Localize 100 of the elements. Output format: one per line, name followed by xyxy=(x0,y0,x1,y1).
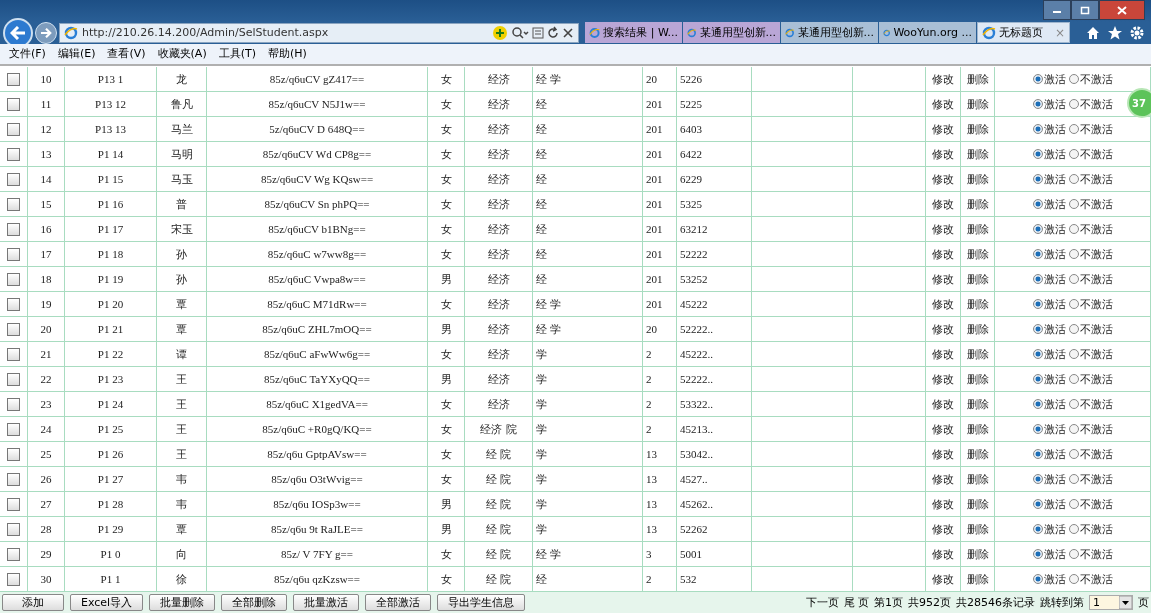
browser-tab[interactable]: 某通用型创新... xyxy=(781,22,878,44)
row-checkbox[interactable] xyxy=(7,97,20,111)
close-button[interactable] xyxy=(1099,0,1145,20)
radio-button[interactable] xyxy=(1068,249,1079,260)
delete-link[interactable]: 删除 xyxy=(966,296,989,312)
menu-item[interactable]: 收藏夹(A) xyxy=(152,46,214,62)
delete-link[interactable]: 删除 xyxy=(966,446,989,462)
edit-link[interactable]: 修改 xyxy=(932,196,954,212)
radio-button[interactable] xyxy=(1068,524,1079,535)
row-checkbox[interactable] xyxy=(7,372,20,386)
edit-link[interactable]: 修改 xyxy=(932,571,954,587)
radio-button[interactable] xyxy=(1032,124,1043,135)
delete-link[interactable]: 删除 xyxy=(966,71,989,87)
row-checkbox[interactable] xyxy=(7,72,20,86)
delete-link[interactable]: 删除 xyxy=(966,371,989,387)
action-button[interactable]: 批量激活 xyxy=(293,594,360,612)
delete-link[interactable]: 删除 xyxy=(966,271,989,287)
delete-link[interactable]: 删除 xyxy=(966,496,989,512)
radio-button[interactable] xyxy=(1032,374,1043,385)
edit-link[interactable]: 修改 xyxy=(932,321,954,337)
radio-button[interactable] xyxy=(1032,424,1043,435)
edit-link[interactable]: 修改 xyxy=(932,246,954,262)
edit-link[interactable]: 修改 xyxy=(932,371,954,387)
radio-button[interactable] xyxy=(1032,199,1043,210)
row-checkbox[interactable] xyxy=(7,397,20,411)
radio-button[interactable] xyxy=(1032,399,1043,410)
radio-button[interactable] xyxy=(1068,74,1079,85)
row-checkbox[interactable] xyxy=(7,547,20,561)
browser-tab[interactable]: WooYun.org ... xyxy=(879,22,976,44)
row-checkbox[interactable] xyxy=(7,472,20,486)
delete-link[interactable]: 删除 xyxy=(966,221,989,237)
edit-link[interactable]: 修改 xyxy=(932,71,954,87)
radio-button[interactable] xyxy=(1068,149,1079,160)
browser-tab[interactable]: 搜索结果 | W... xyxy=(585,22,682,44)
radio-button[interactable] xyxy=(1068,449,1079,460)
radio-button[interactable] xyxy=(1032,449,1043,460)
action-button[interactable]: 导出学生信息 xyxy=(437,594,526,612)
radio-button[interactable] xyxy=(1068,299,1079,310)
radio-button[interactable] xyxy=(1032,524,1043,535)
radio-button[interactable] xyxy=(1032,274,1043,285)
edit-link[interactable]: 修改 xyxy=(932,446,954,462)
menu-item[interactable]: 工具(T) xyxy=(213,46,263,62)
action-button[interactable]: 全部删除 xyxy=(221,594,288,612)
delete-link[interactable]: 删除 xyxy=(966,471,989,487)
radio-button[interactable] xyxy=(1068,174,1079,185)
radio-button[interactable] xyxy=(1032,249,1043,260)
edit-link[interactable]: 修改 xyxy=(932,521,954,537)
minimize-button[interactable] xyxy=(1043,0,1071,20)
delete-link[interactable]: 删除 xyxy=(966,396,989,412)
radio-button[interactable] xyxy=(1068,99,1079,110)
menu-item[interactable]: 帮助(H) xyxy=(263,46,314,62)
edit-link[interactable]: 修改 xyxy=(932,296,954,312)
delete-link[interactable]: 删除 xyxy=(966,246,989,262)
edit-link[interactable]: 修改 xyxy=(932,396,954,412)
delete-link[interactable]: 删除 xyxy=(966,171,989,187)
maximize-button[interactable] xyxy=(1071,0,1099,20)
edit-link[interactable]: 修改 xyxy=(932,346,954,362)
edit-link[interactable]: 修改 xyxy=(932,221,954,237)
settings-icon[interactable] xyxy=(1129,24,1145,41)
delete-link[interactable]: 删除 xyxy=(966,421,989,437)
edit-link[interactable]: 修改 xyxy=(932,496,954,512)
menu-item[interactable]: 编辑(E) xyxy=(52,46,103,62)
row-checkbox[interactable] xyxy=(7,147,20,161)
row-checkbox[interactable] xyxy=(7,247,20,261)
edit-link[interactable]: 修改 xyxy=(932,171,954,187)
edit-link[interactable]: 修改 xyxy=(932,546,954,562)
edit-link[interactable]: 修改 xyxy=(932,421,954,437)
refresh-icon[interactable] xyxy=(547,25,559,40)
browser-tab[interactable]: 无标题页 × xyxy=(977,22,1070,44)
row-checkbox[interactable] xyxy=(7,222,20,236)
row-checkbox[interactable] xyxy=(7,122,20,136)
radio-button[interactable] xyxy=(1068,574,1079,585)
edit-link[interactable]: 修改 xyxy=(932,271,954,287)
action-button[interactable]: 全部激活 xyxy=(365,594,432,612)
addon-icon[interactable] xyxy=(492,24,508,41)
row-checkbox[interactable] xyxy=(7,347,20,361)
radio-button[interactable] xyxy=(1068,324,1079,335)
radio-button[interactable] xyxy=(1068,399,1079,410)
radio-button[interactable] xyxy=(1068,499,1079,510)
forward-button[interactable] xyxy=(35,21,57,44)
radio-button[interactable] xyxy=(1068,199,1079,210)
radio-button[interactable] xyxy=(1068,274,1079,285)
radio-button[interactable] xyxy=(1032,574,1043,585)
menu-item[interactable]: 查看(V) xyxy=(102,46,153,62)
radio-button[interactable] xyxy=(1068,124,1079,135)
browser-tab[interactable]: 某通用型创新... xyxy=(683,22,780,44)
row-checkbox[interactable] xyxy=(7,322,20,336)
radio-button[interactable] xyxy=(1068,349,1079,360)
row-checkbox[interactable] xyxy=(7,422,20,436)
delete-link[interactable]: 删除 xyxy=(966,521,989,537)
radio-button[interactable] xyxy=(1032,499,1043,510)
delete-link[interactable]: 删除 xyxy=(966,346,989,362)
next-page-link[interactable]: 下一页 xyxy=(805,595,839,611)
delete-link[interactable]: 删除 xyxy=(966,546,989,562)
radio-button[interactable] xyxy=(1068,474,1079,485)
action-button[interactable]: 添加 xyxy=(2,594,64,612)
radio-button[interactable] xyxy=(1032,474,1043,485)
row-checkbox[interactable] xyxy=(7,497,20,511)
delete-link[interactable]: 删除 xyxy=(966,121,989,137)
row-checkbox[interactable] xyxy=(7,272,20,286)
